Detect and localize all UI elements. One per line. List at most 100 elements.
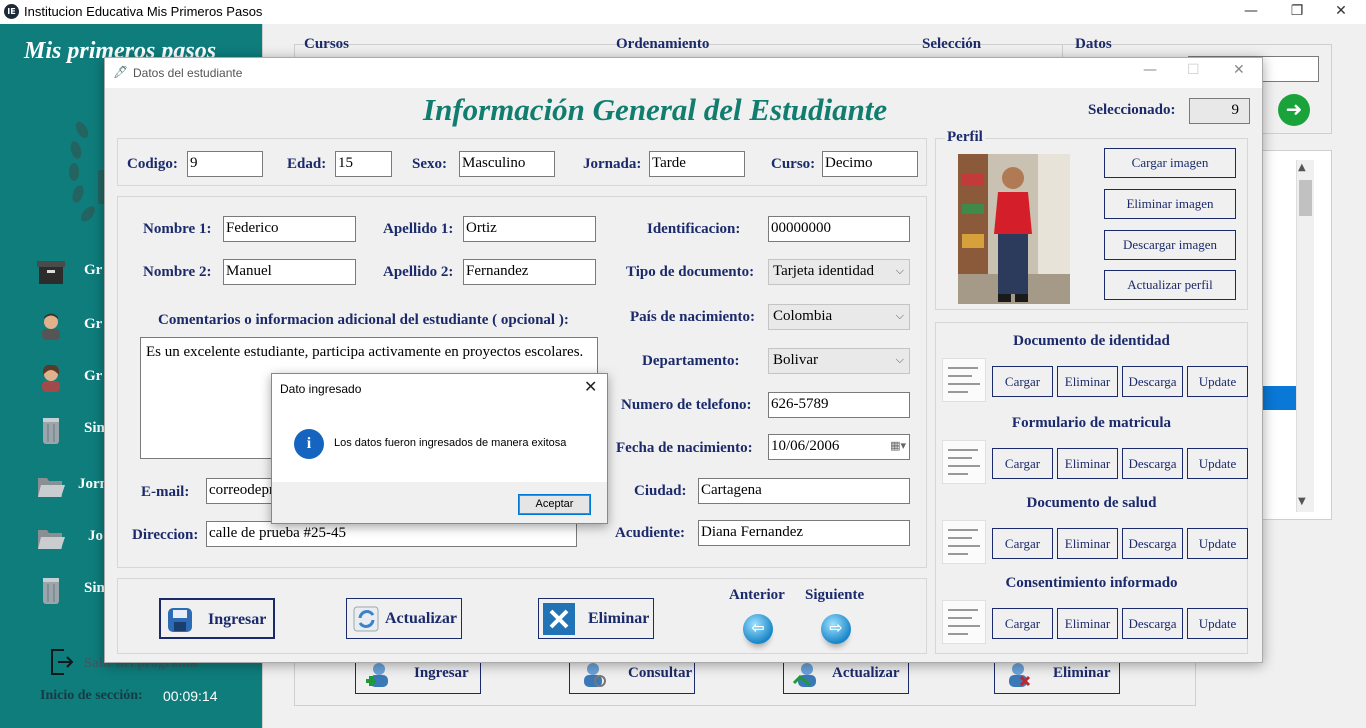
- dialog-maximize-button[interactable]: ☐: [1187, 62, 1200, 78]
- doc-matricula-title: Formulario de matricula: [1011, 415, 1172, 431]
- nombre2-field[interactable]: Manuel: [223, 259, 356, 285]
- close-button[interactable]: ✕: [1318, 0, 1364, 24]
- eliminar-imagen-button[interactable]: Eliminar imagen: [1104, 189, 1236, 219]
- nombre1-label: Nombre 1:: [143, 221, 212, 237]
- dialog-close-button[interactable]: ✕: [1233, 62, 1245, 78]
- selected-value: 9: [1189, 98, 1250, 124]
- doc-matricula-descarga-button[interactable]: Descarga: [1122, 448, 1183, 479]
- descargar-imagen-button[interactable]: Descargar imagen: [1104, 230, 1236, 260]
- sidebar-item-label: Gr: [84, 262, 103, 278]
- doc-salud-thumbnail: [942, 520, 986, 564]
- trash-can-icon: [43, 578, 59, 604]
- apellido1-label: Apellido 1:: [383, 221, 454, 237]
- telefono-label: Numero de telefono:: [621, 397, 752, 413]
- logout-button[interactable]: Salir del programa: [50, 648, 197, 681]
- doc-consentimiento-cargar-button[interactable]: Cargar: [992, 608, 1053, 639]
- chevron-down-icon: ⌵: [895, 309, 904, 322]
- curso-field[interactable]: Decimo: [822, 151, 918, 177]
- scroll-down-icon[interactable]: ▼: [1298, 496, 1306, 507]
- doc-consentimiento-update-button[interactable]: Update: [1187, 608, 1248, 639]
- doc-consentimiento-title: Consentimiento informado: [1005, 575, 1178, 591]
- student-dialog: 🖋 Datos del estudiante — ☐ ✕ Información…: [104, 57, 1263, 663]
- doc-identidad-thumbnail: [942, 358, 986, 402]
- teacher-woman-icon: [42, 364, 60, 392]
- jornada-label: Jornada:: [583, 156, 642, 172]
- profile-label: Perfil: [945, 129, 985, 146]
- doc-salud-update-button[interactable]: Update: [1187, 528, 1248, 559]
- telefono-field[interactable]: 626-5789: [768, 392, 910, 418]
- cargar-imagen-button[interactable]: Cargar imagen: [1104, 148, 1236, 178]
- search-user-icon: [578, 661, 608, 689]
- edad-field[interactable]: 15: [335, 151, 392, 177]
- comments-label: Comentarios o informacion adicional del …: [158, 312, 569, 328]
- scroll-thumb[interactable]: [1299, 180, 1312, 216]
- apellido1-field[interactable]: Ortiz: [463, 216, 596, 242]
- teacher-icon: [42, 313, 60, 340]
- doc-consentimiento-eliminar-button[interactable]: Eliminar: [1057, 608, 1118, 639]
- email-label: E-mail:: [141, 484, 190, 500]
- codigo-field[interactable]: 9: [187, 151, 263, 177]
- ingresar-button[interactable]: Ingresar: [159, 598, 275, 639]
- minimize-button[interactable]: —: [1228, 0, 1274, 24]
- ciudad-field[interactable]: Cartagena: [698, 478, 910, 504]
- ciudad-label: Ciudad:: [634, 483, 687, 499]
- pais-select[interactable]: Colombia ⌵: [768, 304, 910, 330]
- actualizar-button[interactable]: Actualizar: [346, 598, 462, 639]
- nombre1-field[interactable]: Federico: [223, 216, 356, 242]
- bg-ingresar-label: Ingresar: [414, 665, 469, 681]
- apellido2-field[interactable]: Fernandez: [463, 259, 596, 285]
- doc-matricula-update-button[interactable]: Update: [1187, 448, 1248, 479]
- jornada-field[interactable]: Tarde: [649, 151, 745, 177]
- acudiente-field[interactable]: Diana Fernandez: [698, 520, 910, 546]
- fecha-label: Fecha de nacimiento:: [616, 440, 753, 456]
- aceptar-button[interactable]: Aceptar: [518, 494, 591, 515]
- sexo-field[interactable]: Masculino: [459, 151, 555, 177]
- actualizar-label: Actualizar: [385, 610, 457, 627]
- doc-identidad-descarga-button[interactable]: Descarga: [1122, 366, 1183, 397]
- doc-identidad-cargar-button[interactable]: Cargar: [992, 366, 1053, 397]
- doc-identidad-update-button[interactable]: Update: [1187, 366, 1248, 397]
- dialog-minimize-button[interactable]: —: [1143, 62, 1157, 78]
- doc-salud-descarga-button[interactable]: Descarga: [1122, 528, 1183, 559]
- delete-x-icon: [543, 603, 575, 635]
- eliminar-button[interactable]: Eliminar: [538, 598, 654, 639]
- tipo-doc-select[interactable]: Tarjeta identidad ⌵: [768, 259, 910, 285]
- anterior-button[interactable]: ⇦: [743, 614, 773, 644]
- anterior-label: Anterior: [729, 587, 785, 603]
- message-box: Dato ingresado ✕ i Los datos fueron ingr…: [271, 373, 608, 524]
- direccion-field[interactable]: calle de prueba #25-45: [206, 521, 577, 547]
- identificacion-field[interactable]: 00000000: [768, 216, 910, 242]
- bg-actualizar-label: Actualizar: [832, 665, 900, 681]
- window-title: Institucion Educativa Mis Primeros Pasos: [24, 4, 263, 19]
- next-arrow-icon[interactable]: ➜: [1278, 94, 1310, 126]
- message-box-title: Dato ingresado: [280, 382, 362, 396]
- siguiente-label: Siguiente: [805, 587, 865, 603]
- student-list-scrollbar[interactable]: ▲ ▼: [1296, 160, 1314, 512]
- group-cursos: Cursos: [304, 36, 350, 52]
- doc-matricula-eliminar-button[interactable]: Eliminar: [1057, 448, 1118, 479]
- calendar-icon[interactable]: ▦▾: [890, 439, 906, 452]
- scroll-up-icon[interactable]: ▲: [1298, 162, 1306, 173]
- doc-salud-eliminar-button[interactable]: Eliminar: [1057, 528, 1118, 559]
- restore-button[interactable]: ❐: [1274, 0, 1320, 24]
- message-box-close-icon[interactable]: ✕: [584, 377, 597, 396]
- departamento-value: Bolivar: [773, 352, 818, 368]
- dialog-title: Datos del estudiante: [133, 66, 243, 80]
- feather-icon: 🖋: [113, 65, 129, 79]
- fecha-picker[interactable]: 10/06/2006 ▦▾: [768, 434, 910, 460]
- departamento-select[interactable]: Bolivar ⌵: [768, 348, 910, 374]
- nombre2-label: Nombre 2:: [143, 264, 212, 280]
- tipo-doc-label: Tipo de documento:: [626, 264, 755, 280]
- update-user-icon: [792, 661, 822, 689]
- doc-matricula-cargar-button[interactable]: Cargar: [992, 448, 1053, 479]
- actualizar-perfil-button[interactable]: Actualizar perfil: [1104, 270, 1236, 300]
- codigo-label: Codigo:: [127, 156, 178, 172]
- group-ordenamiento: Ordenamiento: [616, 36, 710, 52]
- siguiente-button[interactable]: ⇨: [821, 614, 851, 644]
- bg-eliminar-label: Eliminar: [1053, 665, 1111, 681]
- doc-salud-cargar-button[interactable]: Cargar: [992, 528, 1053, 559]
- doc-consentimiento-descarga-button[interactable]: Descarga: [1122, 608, 1183, 639]
- doc-identidad-eliminar-button[interactable]: Eliminar: [1057, 366, 1118, 397]
- pais-label: País de nacimiento:: [630, 309, 755, 325]
- sidebar-item-label: Sin: [84, 580, 105, 596]
